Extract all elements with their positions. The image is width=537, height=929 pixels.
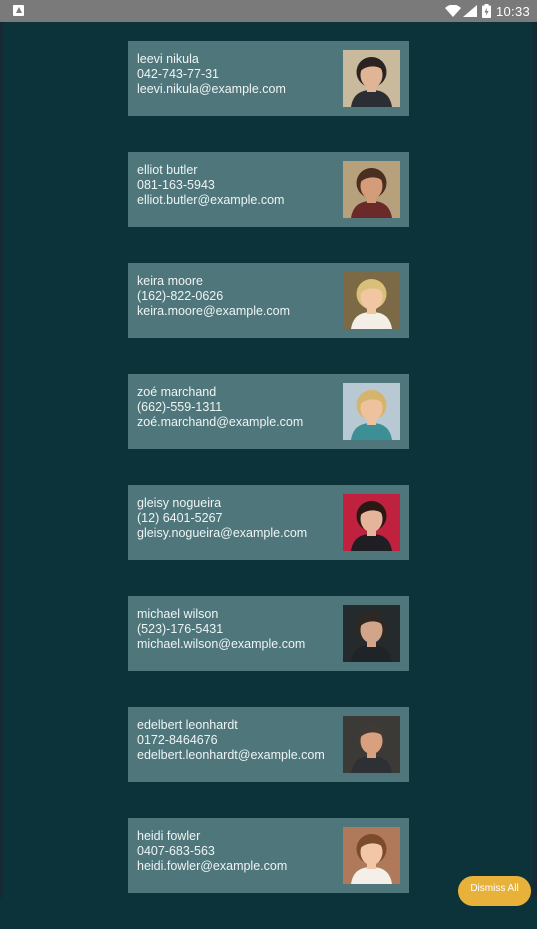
frame-right-edge [532, 22, 537, 898]
contact-card[interactable]: michael wilson (523)-176-5431 michael.wils… [128, 596, 409, 671]
dismiss-all-button[interactable]: Dismiss All [458, 876, 531, 906]
contact-details: elliot butler 081-163-5943 elliot.butler@e… [137, 163, 337, 208]
contact-details: gleisy nogueira (12) 6401-5267 gleisy.nogu… [137, 496, 337, 541]
signal-icon [463, 5, 477, 17]
contact-name: zoé marchand [137, 385, 217, 399]
contact-name: edelbert leonhardt [137, 718, 238, 732]
contact-card[interactable]: keira moore (162)-822-0626 keira.moore@exa… [128, 263, 409, 338]
notification-icon [13, 5, 24, 16]
avatar [343, 827, 400, 884]
contact-details: keira moore (162)-822-0626 keira.moore@exa… [137, 274, 337, 319]
contact-phone: 0172-8464676 [137, 733, 218, 747]
contact-email: michael.wilson@example.com [137, 637, 306, 651]
contact-name: heidi fowler [137, 829, 201, 843]
status-clock: 10:33 [496, 4, 531, 19]
contact-phone: (523)-176-5431 [137, 622, 224, 636]
avatar [343, 494, 400, 551]
contact-details: michael wilson (523)-176-5431 michael.wils… [137, 607, 337, 652]
avatar [343, 50, 400, 107]
wifi-icon [445, 5, 461, 17]
contact-phone: 0407-683-563 [137, 844, 215, 858]
contact-name: elliot butler [137, 163, 198, 177]
avatar [343, 272, 400, 329]
contact-phone: 081-163-5943 [137, 178, 215, 192]
contact-list[interactable]: leevi nikula 042-743-77-31 leevi.nikula@ex… [128, 41, 409, 929]
contact-name: leevi nikula [137, 52, 199, 66]
frame-left-edge [0, 22, 3, 898]
contact-email: heidi.fowler@example.com [137, 859, 288, 873]
contact-phone: 042-743-77-31 [137, 67, 220, 81]
contact-email: keira.moore@example.com [137, 304, 291, 318]
avatar [343, 161, 400, 218]
contact-details: zoé marchand (662)-559-1311 zoé.marchand@e… [137, 385, 337, 430]
contact-name: keira moore [137, 274, 203, 288]
contact-card[interactable]: edelbert leonhardt 0172-8464676 edelbert.l… [128, 707, 409, 782]
contact-phone: (162)-822-0626 [137, 289, 224, 303]
contact-details: edelbert leonhardt 0172-8464676 edelbert.l… [137, 718, 337, 763]
avatar [343, 605, 400, 662]
contact-email: gleisy.nogueira@example.com [137, 526, 308, 540]
contact-details: leevi nikula 042-743-77-31 leevi.nikula@ex… [137, 52, 337, 97]
contact-phone: (662)-559-1311 [137, 400, 223, 414]
contact-card[interactable]: elliot butler 081-163-5943 elliot.butler@e… [128, 152, 409, 227]
contact-card[interactable]: gleisy nogueira (12) 6401-5267 gleisy.nogu… [128, 485, 409, 560]
avatar [343, 383, 400, 440]
contact-phone: (12) 6401-5267 [137, 511, 223, 525]
contact-email: edelbert.leonhardt@example.com [137, 748, 325, 762]
contact-name: michael wilson [137, 607, 219, 621]
avatar [343, 716, 400, 773]
contact-email: leevi.nikula@example.com [137, 82, 286, 96]
contact-card[interactable]: zoé marchand (662)-559-1311 zoé.marchand@e… [128, 374, 409, 449]
contact-email: zoé.marchand@example.com [137, 415, 304, 429]
contact-card[interactable]: heidi fowler 0407-683-563 heidi.fowler@exa… [128, 818, 409, 893]
contact-card[interactable]: leevi nikula 042-743-77-31 leevi.nikula@ex… [128, 41, 409, 116]
contact-details: heidi fowler 0407-683-563 heidi.fowler@exa… [137, 829, 337, 874]
battery-icon [482, 4, 491, 18]
contact-name: gleisy nogueira [137, 496, 222, 510]
contact-email: elliot.butler@example.com [137, 193, 285, 207]
status-bar: 10:33 [0, 0, 537, 22]
